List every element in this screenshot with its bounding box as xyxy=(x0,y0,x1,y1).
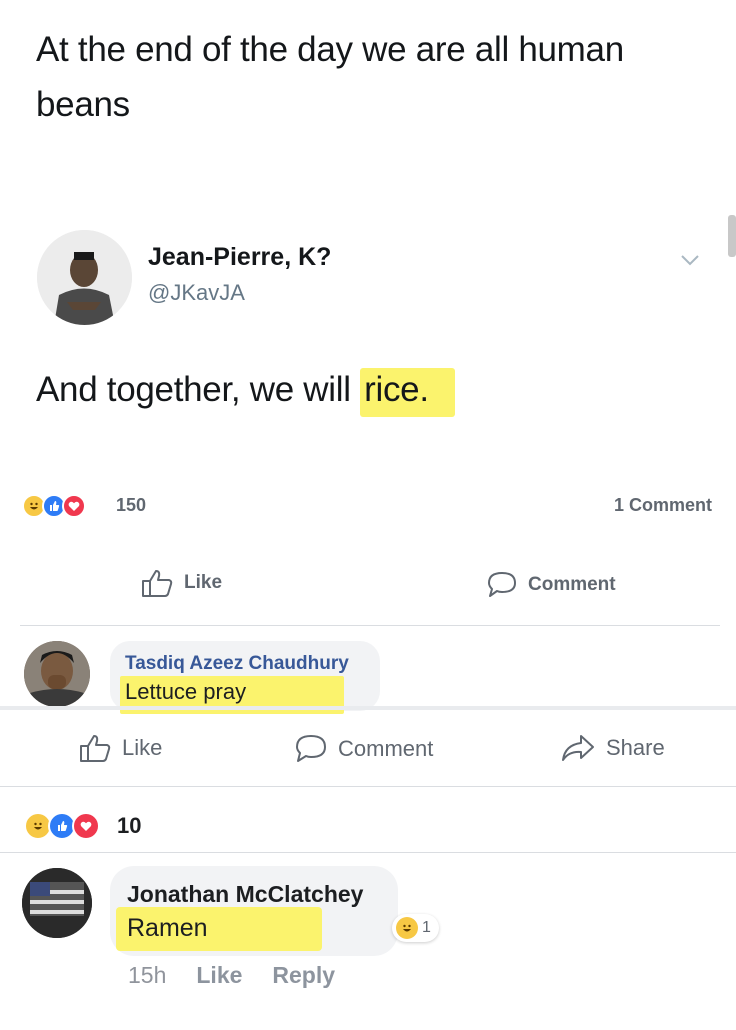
comment-reply-link[interactable]: Reply xyxy=(272,962,335,989)
reaction-icons[interactable] xyxy=(24,812,100,840)
love-icon xyxy=(72,812,100,840)
like-label: Like xyxy=(184,572,223,593)
comment-label: Comment xyxy=(338,736,434,761)
reaction-count[interactable]: 10 xyxy=(117,813,141,839)
scrollbar-thumb[interactable] xyxy=(728,215,736,257)
comment-like-link[interactable]: Like xyxy=(196,962,242,989)
reaction-icons[interactable] xyxy=(22,494,86,518)
commenter-avatar[interactable] xyxy=(22,868,92,938)
avatar-image xyxy=(37,230,132,325)
like-label: Like xyxy=(122,735,163,760)
comment-button[interactable]: Comment xyxy=(486,570,616,600)
love-icon xyxy=(62,494,86,518)
divider xyxy=(0,786,736,787)
comment-author[interactable]: Tasdiq Azeez Chaudhury xyxy=(125,653,349,675)
chevron-down-icon[interactable] xyxy=(680,253,700,267)
avatar-image xyxy=(22,868,92,938)
comment-reaction-count: 1 xyxy=(422,919,431,936)
highlighted-word: rice. xyxy=(360,368,455,417)
thumbs-up-icon xyxy=(142,570,173,597)
tweet-author-name[interactable]: Jean-Pierre, K? xyxy=(148,243,331,272)
like-button[interactable]: Like xyxy=(140,568,222,598)
comment-meta: 15h Like Reply xyxy=(128,962,335,989)
divider xyxy=(20,625,720,626)
tweet-text-top: At the end of the day we are all human b… xyxy=(36,30,624,124)
reaction-count[interactable]: 150 xyxy=(116,495,146,516)
share-label: Share xyxy=(606,735,665,760)
comments-count[interactable]: 1 Comment xyxy=(614,495,712,516)
share-icon xyxy=(562,735,594,761)
comment-time[interactable]: 15h xyxy=(128,962,166,989)
tweet-body-text: And together, we will xyxy=(36,370,361,409)
comment-text: Ramen xyxy=(127,914,208,942)
comment-text: Lettuce pray xyxy=(125,679,247,704)
share-button[interactable]: Share xyxy=(560,733,665,763)
avatar[interactable] xyxy=(37,230,132,325)
commenter-avatar[interactable] xyxy=(24,641,90,707)
comment-reaction[interactable]: 1 xyxy=(392,914,439,942)
avatar-image xyxy=(24,641,90,707)
like-button[interactable]: Like xyxy=(78,733,162,763)
comment-author[interactable]: Jonathan McClatchey xyxy=(127,881,363,908)
comment-label: Comment xyxy=(528,574,616,595)
thumbs-up-icon xyxy=(80,735,111,762)
tweet-author-handle[interactable]: @JKavJA xyxy=(148,280,245,306)
section-separator xyxy=(0,706,736,710)
comment-icon xyxy=(488,572,516,597)
divider xyxy=(0,852,736,853)
haha-icon xyxy=(396,917,418,939)
comment-icon xyxy=(296,735,326,762)
tweet-body: And together, we will rice. xyxy=(36,368,455,417)
comment-button[interactable]: Comment xyxy=(294,733,433,765)
